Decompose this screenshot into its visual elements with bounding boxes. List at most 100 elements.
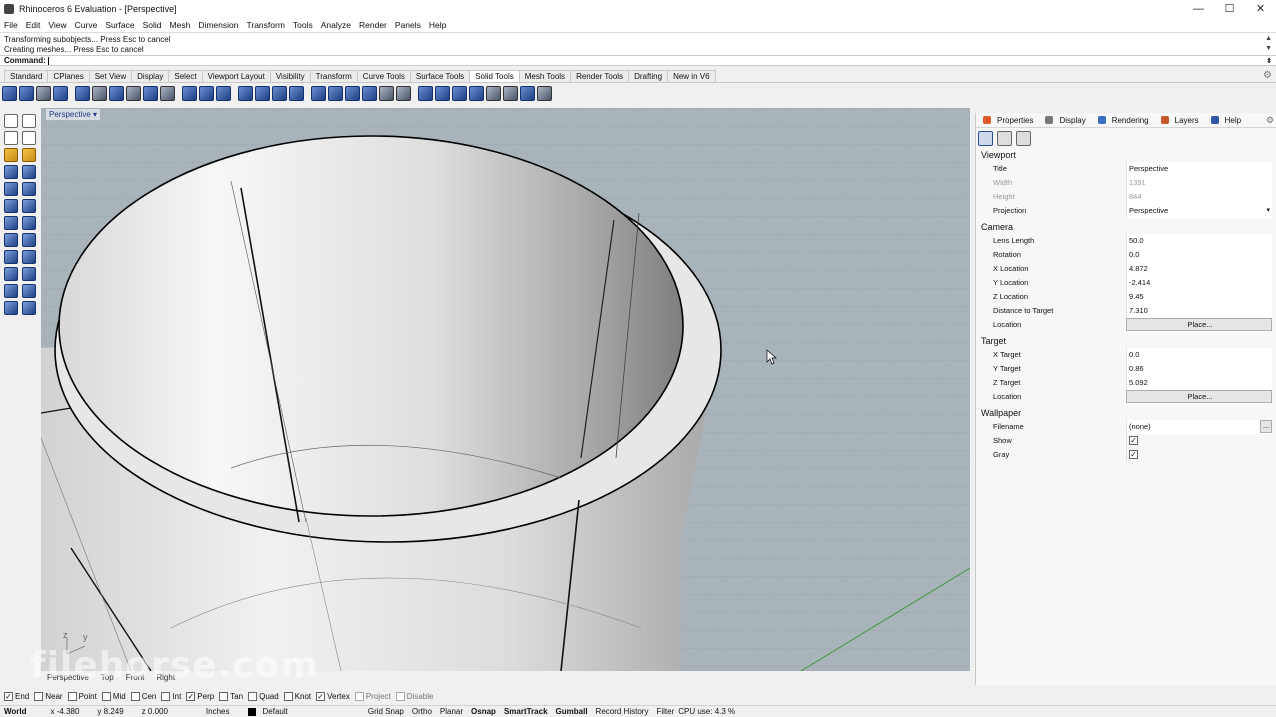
menu-panels[interactable]: Panels	[391, 20, 425, 30]
paraboloid-icon[interactable]	[22, 267, 36, 281]
projection-select[interactable]: Perspective ▾	[1126, 204, 1272, 218]
target-place-button[interactable]: Place...	[1126, 390, 1272, 403]
units-indicator[interactable]: Inches	[202, 707, 234, 716]
x-target-field[interactable]: 0.0	[1126, 348, 1272, 362]
osnap-toggle[interactable]: Osnap	[467, 707, 500, 716]
menu-surface[interactable]: Surface	[101, 20, 138, 30]
layer-indicator[interactable]: Default	[244, 707, 296, 716]
ellipsoid-icon[interactable]	[22, 182, 36, 196]
osnap-perp[interactable]: ✓ Perp	[186, 691, 214, 701]
check-objects-icon[interactable]	[452, 85, 467, 101]
rebuild-edges-icon[interactable]	[289, 85, 304, 101]
tube-icon[interactable]	[22, 250, 36, 264]
z-location-field[interactable]: 9.45	[1126, 290, 1272, 304]
tab-mesh-tools[interactable]: Mesh Tools	[518, 70, 572, 82]
menu-tools[interactable]: Tools	[289, 20, 317, 30]
osnap-checkbox[interactable]	[219, 691, 229, 701]
cylinder-icon[interactable]	[4, 250, 18, 264]
tab-curve-tools[interactable]: Curve Tools	[356, 70, 411, 82]
move-hole-icon[interactable]	[345, 85, 360, 101]
extract-surface-icon[interactable]	[92, 85, 107, 101]
menu-analyze[interactable]: Analyze	[317, 20, 355, 30]
extrude-curve-icon[interactable]	[22, 148, 36, 162]
boolean-difference-icon[interactable]	[19, 85, 34, 101]
point-icon[interactable]	[22, 114, 36, 128]
menu-solid[interactable]: Solid	[139, 20, 166, 30]
rotation-field[interactable]: 0.0	[1126, 248, 1272, 262]
sphere-icon[interactable]	[4, 182, 18, 196]
tab-solid-tools[interactable]: Solid Tools	[469, 70, 520, 82]
panel-tab-help[interactable]: Help	[1207, 116, 1249, 125]
osnap-checkbox[interactable]	[354, 691, 364, 701]
tab-transform[interactable]: Transform	[309, 70, 358, 82]
text-solid-icon[interactable]	[418, 85, 433, 101]
ortho-toggle[interactable]: Ortho	[408, 707, 436, 716]
extract-wireframe-icon[interactable]	[520, 85, 535, 101]
menu-transform[interactable]: Transform	[242, 20, 288, 30]
merge-edge-icon[interactable]	[255, 85, 270, 101]
osnap-project[interactable]: Project	[354, 691, 391, 701]
delete-hole-icon[interactable]	[396, 85, 411, 101]
scroll-up-icon[interactable]: ▲	[1265, 34, 1272, 44]
chamfer-edge-icon[interactable]	[126, 85, 141, 101]
pipe-icon[interactable]	[22, 199, 36, 213]
camera-icon[interactable]	[978, 131, 993, 146]
show-checkbox[interactable]: ✓	[1129, 436, 1138, 445]
osnap-vertex[interactable]: ✓ Vertex	[316, 691, 350, 701]
command-line[interactable]: Command: ⬍	[0, 55, 1276, 66]
osnap-end[interactable]: ✓ End	[4, 691, 29, 701]
boolean-intersection-icon[interactable]	[36, 85, 51, 101]
viewport-title[interactable]: Perspective ▾	[46, 109, 101, 120]
box-options-icon[interactable]	[22, 165, 36, 179]
torus-icon[interactable]	[4, 199, 18, 213]
osnap-checkbox[interactable]	[161, 691, 171, 701]
osnap-checkbox[interactable]	[395, 691, 405, 701]
x-location-field[interactable]: 4.872	[1126, 262, 1272, 276]
gumball-toggle[interactable]: Gumball	[552, 707, 592, 716]
tab-set-view[interactable]: Set View	[88, 70, 133, 82]
menu-mesh[interactable]: Mesh	[166, 20, 195, 30]
osnap-checkbox[interactable]	[130, 691, 140, 701]
menu-curve[interactable]: Curve	[71, 20, 102, 30]
chevron-down-icon[interactable]: ▾	[93, 110, 97, 119]
maximize-button[interactable]: ☐	[1214, 0, 1245, 17]
object-properties-icon[interactable]	[1016, 131, 1031, 146]
osnap-tan[interactable]: Tan	[219, 691, 243, 701]
z-target-field[interactable]: 5.092	[1126, 376, 1272, 390]
osnap-point[interactable]: Point	[67, 691, 97, 701]
osnap-checkbox[interactable]: ✓	[186, 691, 196, 701]
solid-from-surfaces-icon[interactable]	[4, 284, 18, 298]
surface-from-points-icon[interactable]	[4, 148, 18, 162]
browse-button[interactable]: ...	[1260, 420, 1272, 433]
menu-edit[interactable]: Edit	[22, 20, 45, 30]
panel-tab-properties[interactable]: Properties	[979, 116, 1041, 125]
shell-icon[interactable]	[143, 85, 158, 101]
lens-length-field[interactable]: 50.0	[1126, 234, 1272, 248]
filter-toggle[interactable]: Filter	[652, 707, 678, 716]
osnap-knot[interactable]: Knot	[283, 691, 311, 701]
viewport-frame-icon[interactable]	[997, 131, 1012, 146]
panel-tab-layers[interactable]: Layers	[1157, 116, 1207, 125]
osnap-near[interactable]: Near	[34, 691, 63, 701]
move-face-icon[interactable]	[199, 85, 214, 101]
chevron-down-icon[interactable]: ▾	[1266, 204, 1270, 218]
osnap-checkbox[interactable]	[101, 691, 111, 701]
scroll-down-icon[interactable]: ▼	[1265, 44, 1272, 54]
pyramid-icon[interactable]	[4, 233, 18, 247]
tab-drafting[interactable]: Drafting	[628, 70, 669, 82]
osnap-quad[interactable]: Quad	[248, 691, 279, 701]
menu-view[interactable]: View	[44, 20, 70, 30]
osnap-checkbox[interactable]: ✓	[4, 691, 13, 701]
rotate-hole-icon[interactable]	[379, 85, 394, 101]
array-hole-icon[interactable]	[362, 85, 377, 101]
osnap-disable[interactable]: Disable	[395, 691, 433, 701]
filename-field[interactable]: (none)...	[1126, 420, 1272, 434]
boolean-union-icon[interactable]	[2, 85, 17, 101]
grid-snap-toggle[interactable]: Grid Snap	[364, 707, 408, 716]
place-hole-icon[interactable]	[328, 85, 343, 101]
fillet-edge-icon[interactable]	[109, 85, 124, 101]
title-field[interactable]: Perspective	[1126, 162, 1272, 176]
osnap-cen[interactable]: Cen	[130, 691, 156, 701]
merge-faces-icon[interactable]	[272, 85, 287, 101]
osnap-checkbox[interactable]	[248, 691, 258, 701]
